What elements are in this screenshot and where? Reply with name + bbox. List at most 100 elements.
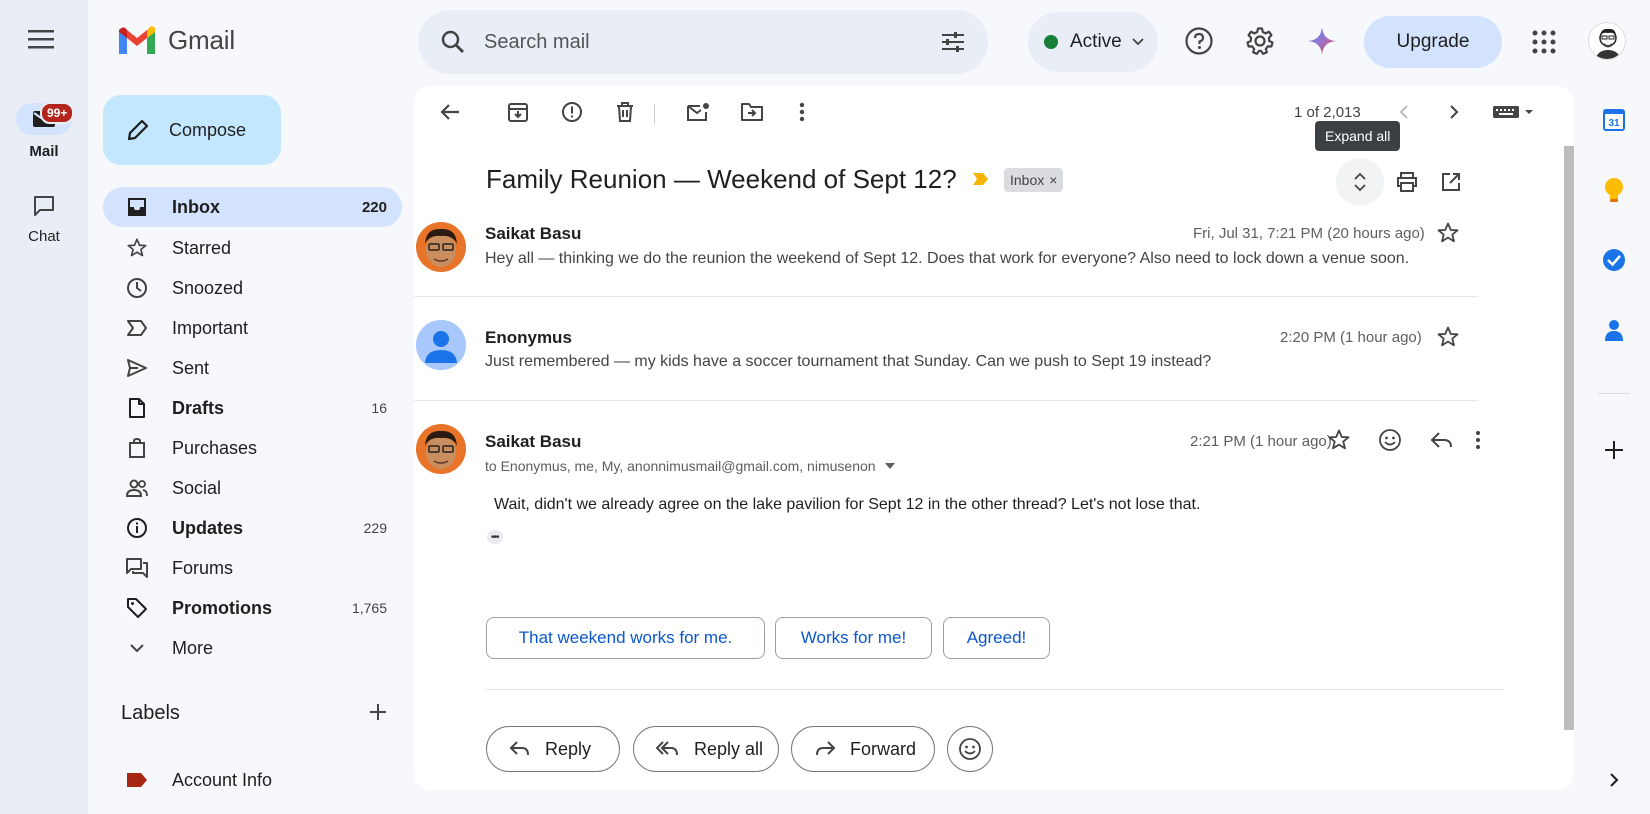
reply-all-button[interactable]: Reply all (633, 726, 779, 772)
search-input[interactable] (484, 30, 940, 54)
emoji-icon (959, 738, 981, 760)
label-item-text: Account Info (172, 769, 273, 790)
message-snippet[interactable]: Just remembered — my kids have a soccer … (485, 353, 1211, 371)
input-tools-keyboard-icon[interactable] (1488, 96, 1540, 128)
message-timestamp: 2:21 PM (1 hour ago) (1190, 433, 1332, 450)
delete-trash-icon[interactable] (609, 96, 641, 128)
label-chip-text: Inbox (1010, 172, 1045, 188)
sidebar-item-inbox[interactable]: Inbox 220 (103, 187, 402, 227)
search-options-icon[interactable] (940, 30, 966, 54)
forward-icon (816, 741, 836, 756)
reply-all-icon (656, 741, 678, 756)
smart-reply-chip[interactable]: Works for me! (775, 617, 932, 659)
expand-all-tooltip: Expand all (1315, 121, 1401, 151)
sender-name: Saikat Basu (485, 224, 582, 243)
forward-button[interactable]: Forward (791, 726, 935, 772)
recipients-line[interactable]: to Enonymus, me, My, anonnimusmail@gmail… (485, 458, 895, 474)
inbox-label-chip: Inbox × (1004, 168, 1064, 192)
scrollbar-thumb[interactable] (1564, 146, 1574, 730)
sidebar-item-drafts[interactable]: Drafts 16 (103, 388, 402, 428)
search-icon[interactable] (440, 29, 466, 55)
star-icon[interactable] (1327, 428, 1351, 452)
pagination-text: 1 of 2,013 (1294, 104, 1361, 121)
label-item-account-info[interactable]: Account Info (103, 760, 402, 800)
sender-avatar[interactable] (416, 222, 466, 272)
tasks-app-icon[interactable] (1598, 244, 1630, 276)
calendar-app-icon[interactable]: 31 (1598, 104, 1630, 136)
more-vertical-icon[interactable] (786, 96, 818, 128)
older-chevron-right-icon[interactable] (1438, 96, 1470, 128)
sidebar-item-important[interactable]: Important (103, 308, 402, 348)
sidebar-item-snoozed[interactable]: Snoozed (103, 268, 402, 308)
inbox-count: 220 (361, 198, 387, 216)
add-label-icon[interactable] (368, 702, 388, 722)
updates-count: 229 (363, 520, 387, 536)
info-icon (125, 516, 149, 540)
account-avatar[interactable] (1588, 22, 1626, 60)
star-icon[interactable] (1436, 221, 1460, 245)
rail-mail-label: Mail (29, 143, 59, 160)
people-icon (125, 476, 149, 500)
rail-chat-button[interactable]: Chat (0, 190, 88, 245)
contacts-app-icon[interactable] (1598, 314, 1630, 346)
smart-reply-chip[interactable]: That weekend works for me. (486, 617, 765, 659)
sidebar-item-more[interactable]: More (103, 628, 402, 668)
inbox-icon (125, 195, 149, 219)
forum-icon (125, 556, 149, 580)
gmail-logo-icon (119, 26, 155, 54)
expand-all-button[interactable] (1336, 158, 1384, 206)
help-icon[interactable] (1184, 26, 1214, 56)
forward-label: Forward (850, 738, 917, 759)
sidebar-item-promotions[interactable]: Promotions 1,765 (103, 588, 402, 628)
move-to-folder-icon[interactable] (736, 96, 768, 128)
unfold-icon (1354, 172, 1366, 192)
upgrade-button[interactable]: Upgrade (1364, 16, 1502, 68)
chevron-down-icon (1132, 38, 1144, 46)
gemini-sparkle-icon[interactable] (1307, 26, 1337, 56)
reply-button[interactable]: Reply (486, 726, 620, 772)
print-icon[interactable] (1391, 166, 1423, 198)
sidebar-item-starred[interactable]: Starred (103, 228, 402, 268)
sender-avatar[interactable] (416, 320, 466, 370)
open-in-new-window-icon[interactable] (1435, 166, 1467, 198)
report-spam-icon[interactable] (556, 96, 588, 128)
status-dropdown[interactable]: Active (1028, 12, 1158, 72)
mark-unread-icon[interactable] (682, 96, 714, 128)
sidebar-item-social[interactable]: Social (103, 468, 402, 508)
tag-icon (125, 596, 149, 620)
keep-app-icon[interactable] (1598, 174, 1630, 206)
compose-button[interactable]: Compose (103, 95, 281, 165)
add-reaction-emoji-icon[interactable] (1378, 428, 1402, 452)
search-bar (418, 10, 988, 74)
show-side-panel-chevron-icon[interactable] (1598, 764, 1630, 796)
sidebar-item-updates[interactable]: Updates 229 (103, 508, 402, 548)
message-more-vertical-icon[interactable] (1445, 430, 1480, 450)
emoji-reaction-button[interactable] (947, 726, 993, 772)
settings-gear-icon[interactable] (1245, 26, 1275, 56)
message-snippet[interactable]: Hey all — thinking we do the reunion the… (485, 250, 1409, 268)
show-trimmed-content-button[interactable]: ••• (487, 530, 503, 544)
smart-reply-chip[interactable]: Agreed! (943, 617, 1050, 659)
sidebar-item-label: Purchases (172, 437, 258, 458)
right-rail-divider (1598, 393, 1630, 394)
apps-grid-icon[interactable] (1532, 30, 1556, 54)
sender-avatar[interactable] (416, 424, 466, 474)
gmail-logo[interactable]: Gmail (116, 24, 235, 56)
chevron-down-icon (125, 636, 149, 660)
get-addons-plus-icon[interactable] (1598, 434, 1630, 466)
app-rail: Mail 99+ Chat (0, 0, 88, 814)
actions-divider (486, 689, 1504, 690)
sidebar-item-label: Drafts (172, 397, 225, 418)
main-menu-icon[interactable] (28, 28, 54, 50)
importance-marker-icon[interactable] (972, 172, 990, 186)
remove-label-close-icon[interactable]: × (1049, 172, 1057, 188)
chat-icon (16, 190, 72, 222)
sidebar-item-forums[interactable]: Forums (103, 548, 402, 588)
sidebar-item-label: Snoozed (172, 277, 244, 298)
back-arrow-icon[interactable] (434, 96, 466, 128)
star-icon[interactable] (1436, 325, 1460, 349)
archive-icon[interactable] (502, 96, 534, 128)
sidebar-item-sent[interactable]: Sent (103, 348, 402, 388)
sidebar-item-purchases[interactable]: Purchases (103, 428, 402, 468)
svg-text:31: 31 (1608, 118, 1620, 129)
